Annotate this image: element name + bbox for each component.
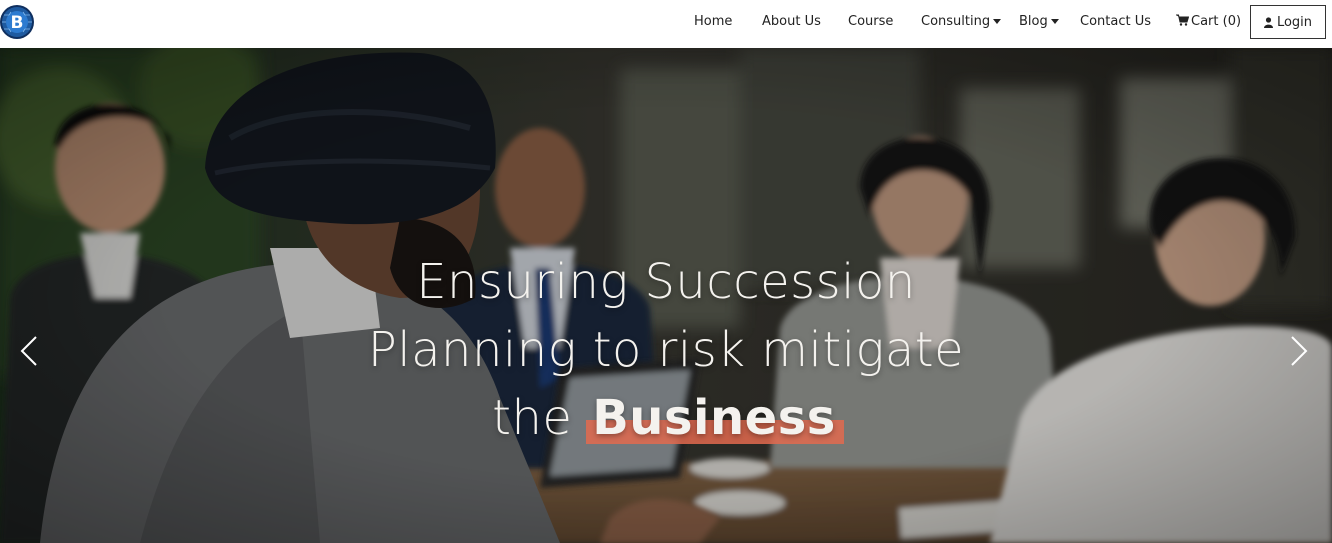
hero-heading: Ensuring Succession Planning to risk mit… [280,248,1052,452]
nav-blog[interactable]: Blog [1019,13,1059,33]
brand-logo[interactable]: B [0,3,36,41]
hero-heading-line-2: Planning to risk mitigate [367,322,965,378]
nav-home[interactable]: Home [694,13,732,33]
shopping-cart-icon [1176,14,1189,26]
nav-contact-us[interactable]: Contact Us [1080,13,1151,33]
carousel-next-button[interactable] [1284,333,1312,369]
nav-blog-label: Blog [1019,14,1048,29]
hero-heading-line-1: Ensuring Succession [416,254,916,310]
user-icon [1263,16,1273,28]
hero-carousel: Ensuring Succession Planning to risk mit… [0,48,1332,543]
hero-heading-prefix: the [492,390,573,446]
cart-label: Cart (0) [1191,14,1242,29]
chevron-left-icon [20,336,37,366]
top-navbar: B Home About Us Course Consulting Blog C… [0,0,1332,48]
chevron-right-icon [1291,336,1308,366]
login-button[interactable]: Login [1250,5,1326,39]
login-label: Login [1276,14,1313,30]
carousel-prev-button[interactable] [16,333,44,369]
hero-heading-highlight: Business [586,384,844,452]
logo-letter: B [11,13,24,33]
caret-down-icon [1050,19,1059,24]
nav-consulting-label: Consulting [921,14,991,29]
nav-cart[interactable]: Cart (0) [1176,13,1241,33]
caret-down-icon [993,19,1002,24]
nav-consulting[interactable]: Consulting [921,13,1002,33]
nav-about-us[interactable]: About Us [762,13,821,33]
nav-course[interactable]: Course [848,13,893,33]
hero-heading-line-3: the Business [492,384,844,452]
